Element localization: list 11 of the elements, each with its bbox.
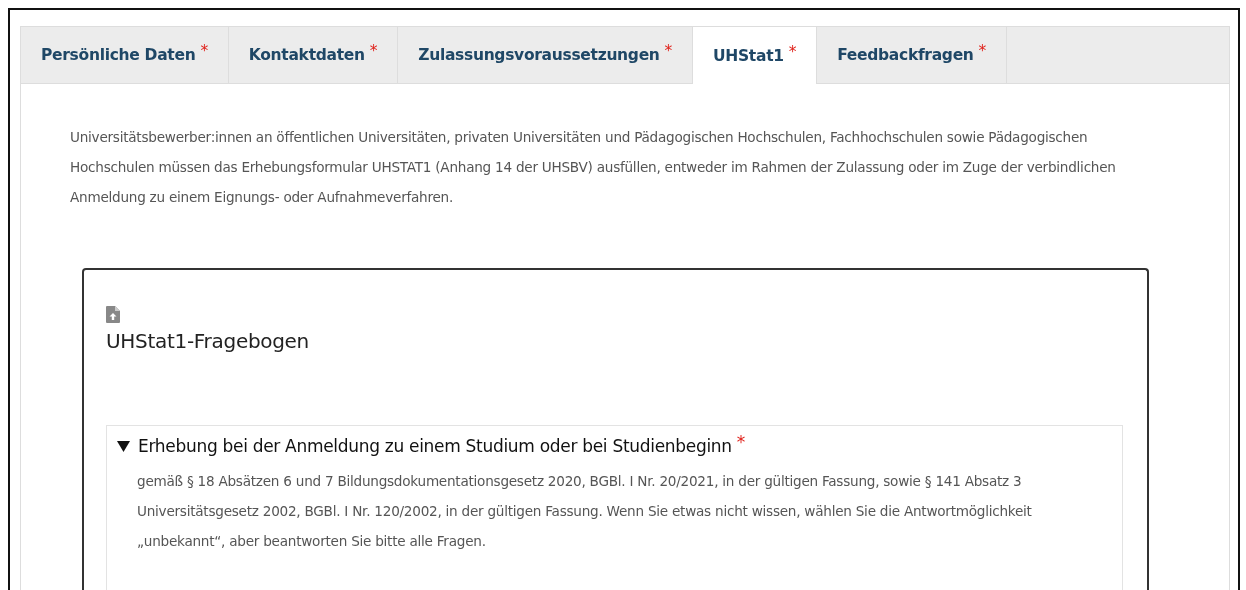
card-title: UHStat1-Fragebogen xyxy=(106,329,310,353)
required-asterisk: * xyxy=(200,42,208,60)
required-asterisk: * xyxy=(978,42,987,60)
tab[interactable]: UHStat1 * xyxy=(693,27,818,84)
required-asterisk: * xyxy=(664,42,673,60)
required-asterisk: * xyxy=(788,42,797,61)
required-asterisk: * xyxy=(369,42,378,60)
file-upload-icon xyxy=(106,306,120,323)
intro-text: Universitätsbewerber:innen an öffentlichen Universitäten, privaten Universitäten und Pädagogischen Hochschulen, Fachhochschulen sowie Pädagogischen Hochschulen müssen das Erhebungsformular UHSTAT1 (Anhang 14 der UHSBV) ausfüllen, entweder im Rahmen der Zulassung oder im Zuge der verbindlichen Anmeldung zu einem Eignungs- oder Aufnahmeverfahren. xyxy=(70,128,1117,207)
triangle-icon xyxy=(117,440,130,452)
section-text: gemäß § 18 Absätzen 6 und 7 Bildungsdokumentationsgesetz 2020, BGBl. I Nr. 20/2021, in der gültigen Fassung, sowie § 141 Absatz 3 Universitätsgesetz 2002, BGBl. I Nr. 120/2002, in der gültigen Fassung. Wenn Sie etwas nicht wissen, wählen Sie die Antwortmöglichkeit „unbekannt“, aber beantworten Sie bitte alle Fragen. xyxy=(137,472,1033,551)
